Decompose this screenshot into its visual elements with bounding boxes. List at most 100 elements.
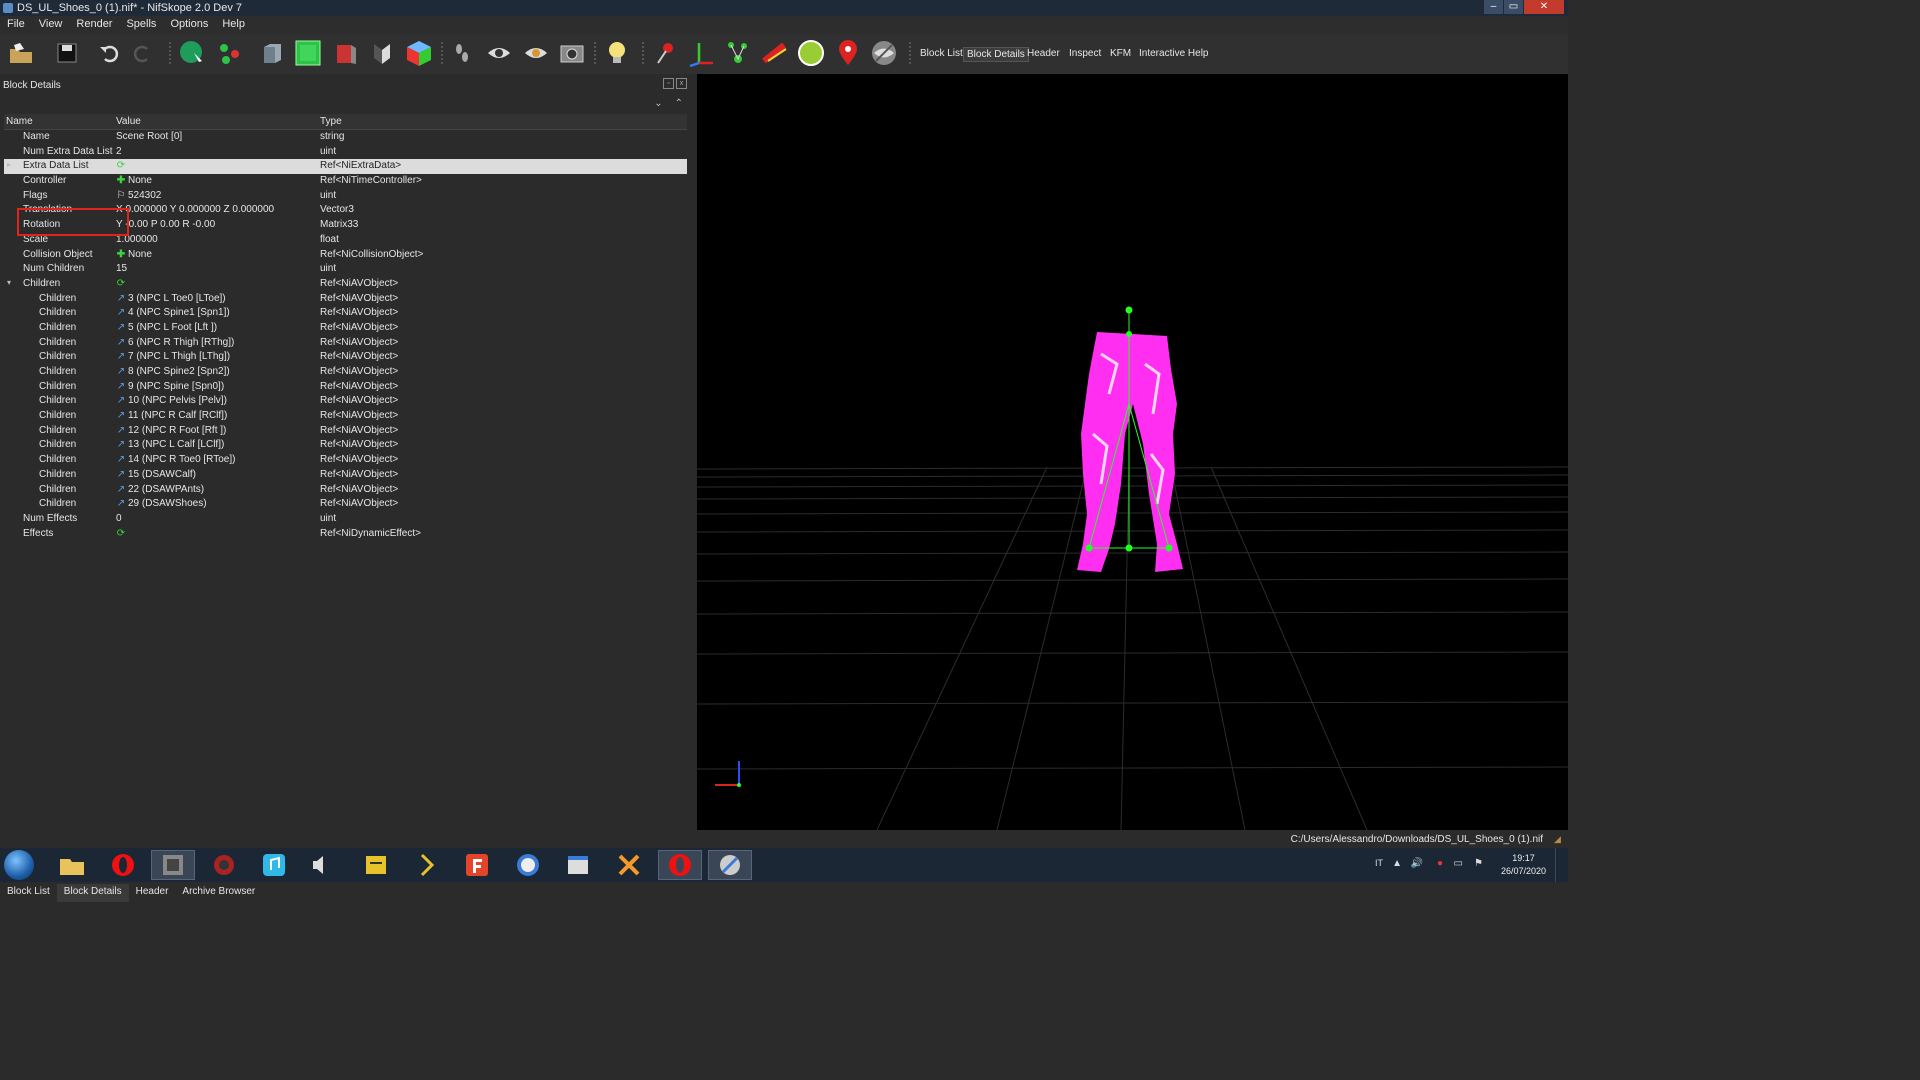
light-icon[interactable] (602, 38, 632, 68)
action-center-icon[interactable]: ⚑ (1474, 858, 1483, 869)
tree-row[interactable]: Name Scene Root [0] string (4, 130, 687, 145)
explorer-icon[interactable] (50, 850, 94, 880)
audio-icon[interactable] (298, 850, 342, 880)
tree-row[interactable]: Controller ✚ None Ref<NiTimeController> (4, 174, 687, 189)
render-viewport[interactable] (697, 74, 1568, 830)
open-icon[interactable] (6, 38, 36, 68)
walk-icon[interactable] (447, 38, 477, 68)
arrow-app-icon[interactable] (405, 850, 449, 880)
window-app-icon[interactable] (556, 850, 600, 880)
nodes-icon[interactable] (723, 38, 753, 68)
show-desktop-button[interactable] (1555, 848, 1568, 882)
tree-row[interactable]: Children ↗ 11 (NPC R Calf [RClf]) Ref<NiAVO… (4, 409, 687, 424)
row-value[interactable]: ✚ None (116, 249, 152, 260)
tree-row[interactable]: Num Effects 0 uint (4, 512, 687, 527)
row-value[interactable]: ↗ 13 (NPC L Calf [LClf]) (116, 439, 225, 450)
box-view-icon[interactable] (257, 38, 287, 68)
block-details-tree[interactable]: Name Value Type Name Scene Root [0] string… (4, 114, 687, 541)
tree-row[interactable]: Children ↗ 14 (NPC R Toe0 [RToe]) Ref<NiAVO… (4, 453, 687, 468)
tree-row[interactable]: Children ↗ 4 (NPC Spine1 [Spn1]) Ref<NiAVOb… (4, 306, 687, 321)
antivirus-icon[interactable]: ● (1437, 858, 1443, 869)
expand-all-button[interactable]: ⌃ (675, 98, 683, 109)
eye-icon[interactable] (484, 38, 514, 68)
show-hidden-icons-icon[interactable]: ▲ (1392, 858, 1402, 869)
pin-icon[interactable] (650, 38, 680, 68)
save-icon[interactable] (52, 38, 82, 68)
start-button[interactable] (4, 850, 34, 880)
close-button[interactable]: ✕ (1524, 0, 1564, 14)
opera-icon[interactable] (101, 850, 145, 880)
row-value[interactable]: ↗ 9 (NPC Spine [Spn0]) (116, 381, 224, 392)
hide-icon[interactable] (869, 38, 899, 68)
minimize-button[interactable]: – (1484, 0, 1503, 14)
row-value[interactable]: ↗ 6 (NPC R Thigh [RThg]) (116, 337, 235, 348)
row-value[interactable]: ⟳ (116, 278, 128, 289)
tree-row[interactable]: Children ↗ 13 (NPC L Calf [LClf]) Ref<NiAVO… (4, 438, 687, 453)
tree-row[interactable]: Children ↗ 3 (NPC L Toe0 [LToe]) Ref<NiAVOb… (4, 292, 687, 307)
menu-render[interactable]: Render (69, 16, 119, 34)
row-value[interactable]: ↗ 10 (NPC Pelvis [Pelv]) (116, 395, 227, 406)
tree-row[interactable]: ▾ Children ⟳ Ref<NiAVObject> (4, 277, 687, 292)
row-value[interactable]: 0 (116, 513, 122, 524)
tree-row[interactable]: Children ↗ 6 (NPC R Thigh [RThg]) Ref<NiAVO… (4, 336, 687, 351)
row-value[interactable]: ↗ 3 (NPC L Toe0 [LToe]) (116, 293, 226, 304)
row-value[interactable]: X 0.000000 Y 0.000000 Z 0.000000 (116, 204, 274, 215)
float-panel-button[interactable]: ▫ (663, 78, 674, 89)
select-object-icon[interactable] (177, 38, 207, 68)
collapse-arrow-icon[interactable]: ▾ (7, 278, 11, 287)
block-list-toggle[interactable]: Block List (917, 47, 966, 60)
tree-row[interactable]: Children ↗ 7 (NPC L Thigh [LThg]) Ref<NiAVO… (4, 350, 687, 365)
tree-row[interactable]: Num Extra Data List 2 uint (4, 145, 687, 160)
globe-icon[interactable] (796, 38, 826, 68)
tree-row[interactable]: Children ↗ 22 (DSAWPAnts) Ref<NiAVObject> (4, 483, 687, 498)
music-icon[interactable] (252, 850, 296, 880)
column-value[interactable]: Value (116, 116, 141, 127)
row-value[interactable]: ⟳ (116, 160, 128, 171)
game-icon[interactable] (202, 850, 246, 880)
collapse-all-button[interactable]: ⌄ (654, 98, 662, 109)
opera-active-icon[interactable] (658, 850, 702, 880)
tree-row[interactable]: Children ↗ 12 (NPC R Foot [Rft ]) Ref<NiAVO… (4, 424, 687, 439)
redo-icon[interactable] (128, 38, 158, 68)
tree-row[interactable]: Effects ⟳ Ref<NiDynamicEffect> (4, 527, 687, 542)
row-value[interactable]: ↗ 4 (NPC Spine1 [Spn1]) (116, 307, 230, 318)
row-value[interactable]: ↗ 5 (NPC L Foot [Lft ]) (116, 322, 217, 333)
marker-icon[interactable] (833, 38, 863, 68)
tab-block-list[interactable]: Block List (0, 884, 57, 902)
row-value[interactable]: ↗ 12 (NPC R Foot [Rft ]) (116, 425, 227, 436)
row-value[interactable]: ↗ 29 (DSAWShoes) (116, 498, 207, 509)
flip-view-icon[interactable] (367, 38, 397, 68)
tree-row[interactable]: Children ↗ 29 (DSAWShoes) Ref<NiAVObject> (4, 497, 687, 512)
media-icon[interactable] (151, 850, 195, 880)
maximize-button[interactable]: ▭ (1504, 0, 1523, 14)
row-value[interactable]: 2 (116, 146, 122, 157)
close-panel-button[interactable]: x (676, 78, 687, 89)
menu-file[interactable]: File (0, 16, 32, 34)
pants-mesh[interactable] (1077, 332, 1183, 572)
tree-row[interactable]: Num Children 15 uint (4, 262, 687, 277)
tree-row[interactable]: Children ↗ 8 (NPC Spine2 [Spn2]) Ref<NiAVOb… (4, 365, 687, 380)
tab-archive-browser[interactable]: Archive Browser (175, 884, 262, 902)
menu-view[interactable]: View (32, 16, 70, 34)
column-type[interactable]: Type (320, 116, 342, 127)
row-value[interactable]: ↗ 7 (NPC L Thigh [LThg]) (116, 351, 230, 362)
nifskope-icon[interactable] (708, 850, 752, 880)
interactive-help-toggle[interactable]: Interactive Help (1136, 47, 1211, 60)
tree-row[interactable]: ▸ Extra Data List ⟳ Ref<NiExtraData> (4, 159, 687, 175)
folder-app-icon[interactable] (354, 850, 398, 880)
column-name[interactable]: Name (6, 116, 33, 127)
inspect-toggle[interactable]: Inspect (1066, 47, 1104, 60)
network-icon[interactable]: ▭ (1454, 858, 1463, 869)
block-details-toggle[interactable]: Block Details (963, 47, 1029, 62)
tree-row[interactable]: Flags ⚐ 524302 uint (4, 189, 687, 204)
language-indicator[interactable]: IT (1375, 858, 1383, 868)
tree-row[interactable]: Children ↗ 5 (NPC L Foot [Lft ]) Ref<NiAVOb… (4, 321, 687, 336)
header-toggle[interactable]: Header (1024, 47, 1063, 60)
undo-icon[interactable] (94, 38, 124, 68)
tools-icon[interactable] (607, 850, 651, 880)
row-value[interactable]: Y -0.00 P 0.00 R -0.00 (116, 219, 215, 230)
tree-row[interactable]: Children ↗ 15 (DSAWCalf) Ref<NiAVObject> (4, 468, 687, 483)
tree-row[interactable]: Children ↗ 10 (NPC Pelvis [Pelv]) Ref<NiAVO… (4, 394, 687, 409)
row-value[interactable]: ⚐ 524302 (116, 190, 162, 201)
select-vertex-icon[interactable] (215, 38, 245, 68)
